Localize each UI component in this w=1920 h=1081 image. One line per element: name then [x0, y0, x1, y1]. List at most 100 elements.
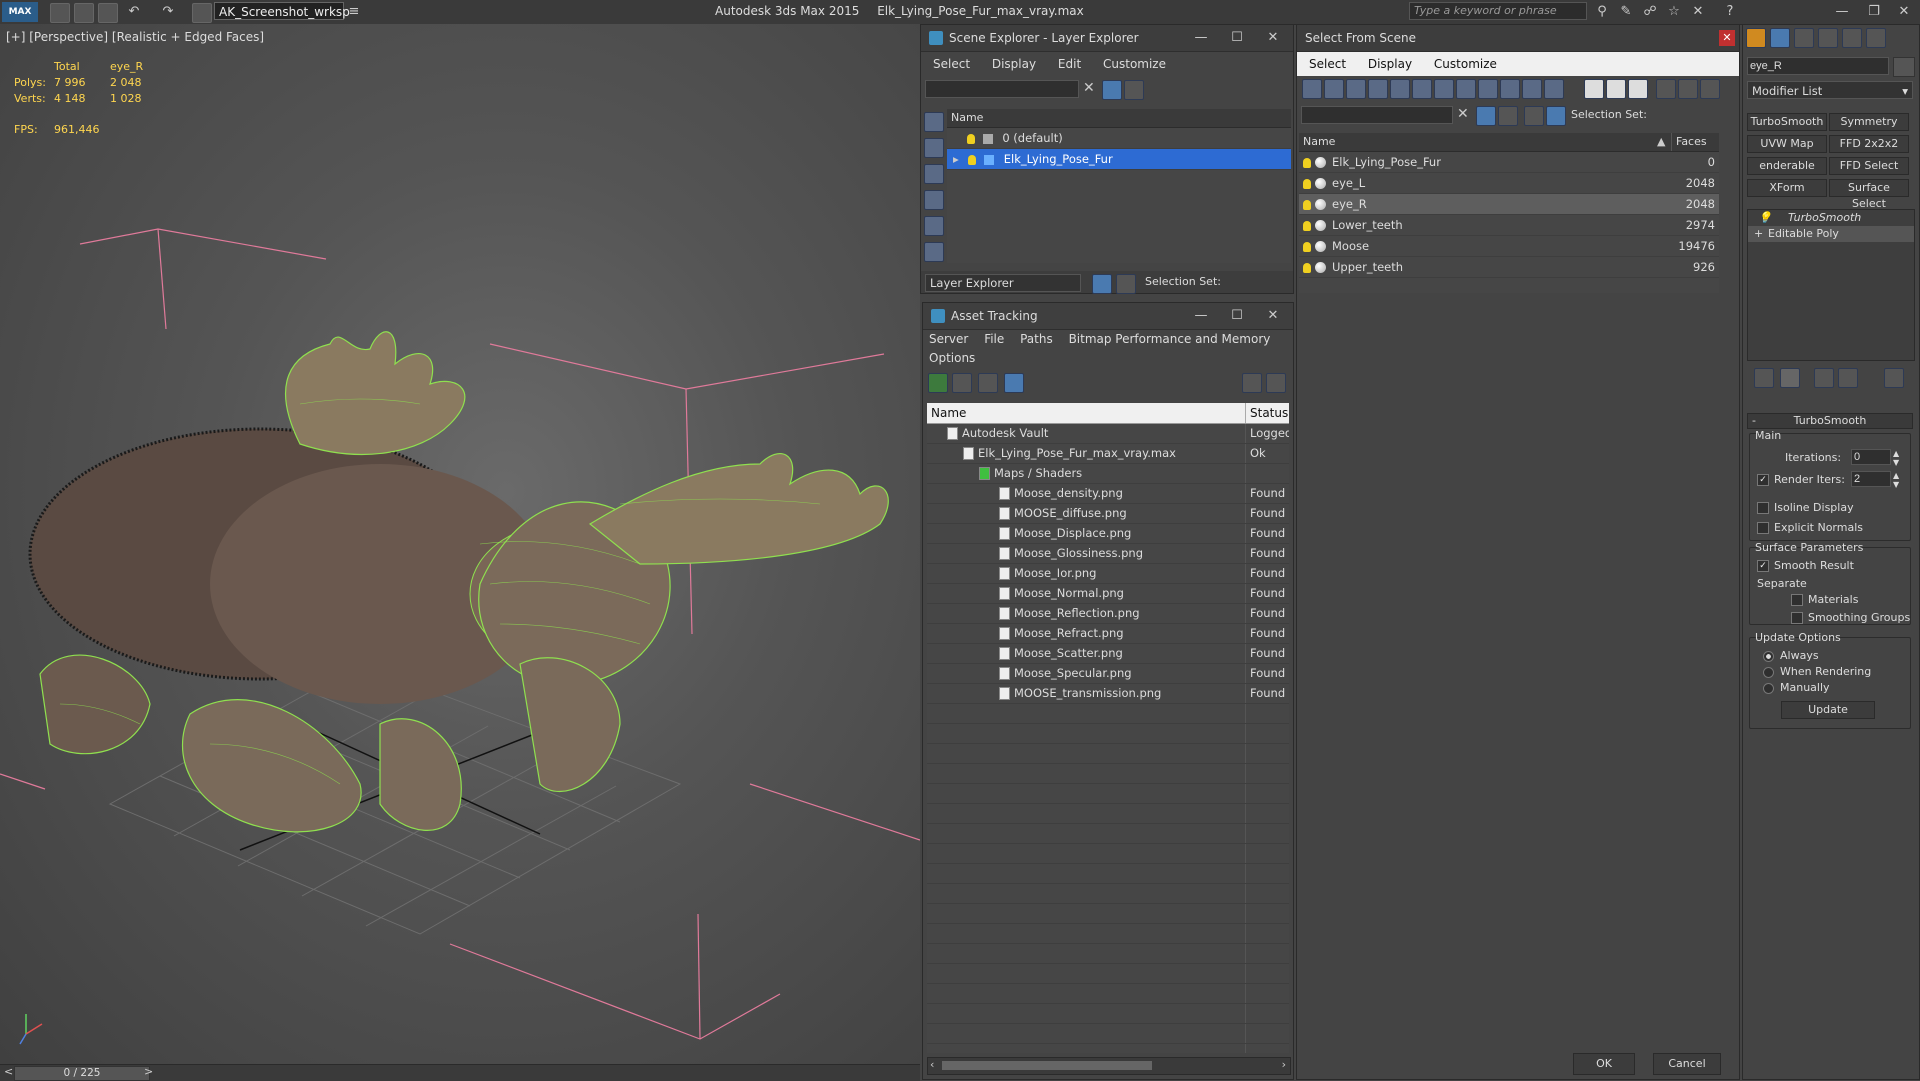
filter-icon[interactable]	[1476, 106, 1496, 126]
object-row[interactable]: eye_R 2048	[1299, 194, 1719, 215]
light-bulb-icon[interactable]	[968, 154, 977, 165]
tools-icon[interactable]: ✎	[1616, 2, 1636, 22]
asset-row[interactable]: Moose_Specular.png Found	[927, 664, 1289, 684]
light-bulb-icon[interactable]	[967, 133, 975, 144]
modifier-list-dropdown[interactable]: Modifier List ▾	[1747, 81, 1913, 99]
materials-checkbox[interactable]: Materials	[1791, 593, 1858, 606]
minimize-icon[interactable]: —	[1185, 303, 1217, 329]
minimize-window-icon[interactable]: —	[1832, 2, 1852, 22]
renderable-spline-button[interactable]: enderable Splir	[1747, 157, 1827, 175]
asset-row[interactable]: Moose_Scatter.png Found	[927, 644, 1289, 664]
when-rendering-radio[interactable]: When Rendering	[1763, 665, 1871, 678]
menu-bitmap-performance[interactable]: Bitmap Performance and Memory	[1069, 332, 1271, 346]
menu-options[interactable]: Options	[929, 351, 975, 365]
stack-item-editable-poly[interactable]: + Editable Poly	[1748, 226, 1914, 242]
asset-row[interactable]: Moose_Refract.png Found	[927, 624, 1289, 644]
configure-modifier-sets-icon[interactable]	[1884, 368, 1904, 388]
maximize-icon[interactable]: ☐	[1221, 303, 1253, 329]
display-hidden-icon[interactable]	[1544, 79, 1564, 99]
make-unique-icon[interactable]	[1814, 368, 1834, 388]
menu-customize[interactable]: Customize	[1103, 57, 1166, 71]
asset-row[interactable]: MOOSE_diffuse.png Found	[927, 504, 1289, 524]
star-icon[interactable]: ☆	[1664, 2, 1684, 22]
minimize-icon[interactable]: —	[1185, 25, 1217, 51]
layer-name-header[interactable]: Name	[947, 109, 1291, 128]
asset-row[interactable]: Maps / Shaders	[927, 464, 1289, 484]
asset-row[interactable]: Moose_Displace.png Found	[927, 524, 1289, 544]
menu-display[interactable]: Display	[992, 57, 1036, 71]
scene-explorer-search-input[interactable]	[925, 80, 1079, 98]
time-slider[interactable]: 0 / 225	[14, 1066, 150, 1081]
clear-search-icon[interactable]: ✕	[1083, 80, 1095, 96]
menu-edit[interactable]: Edit	[1058, 57, 1081, 71]
horizontal-scrollbar[interactable]: ‹ ›	[927, 1057, 1291, 1075]
light-bulb-icon[interactable]	[1303, 157, 1311, 168]
remove-modifier-icon[interactable]	[1838, 368, 1858, 388]
app-logo[interactable]: MAX	[2, 2, 38, 22]
asset-row[interactable]: MOOSE_transmission.png Found	[927, 684, 1289, 704]
display-lights-icon[interactable]	[1346, 79, 1366, 99]
manually-radio[interactable]: Manually	[1763, 681, 1830, 694]
isoline-display-checkbox[interactable]: Isoline Display	[1757, 501, 1854, 514]
explorer-mode-dropdown[interactable]: Layer Explorer	[925, 274, 1081, 292]
light-bulb-icon[interactable]: 💡	[1758, 210, 1772, 226]
render-iters-checkbox[interactable]: ✓ Render Iters:	[1757, 473, 1845, 486]
select-none-icon[interactable]	[1606, 79, 1626, 99]
help-icon[interactable]: ?	[1720, 2, 1740, 22]
display-cameras-icon[interactable]	[924, 216, 944, 236]
light-bulb-icon[interactable]	[1303, 220, 1311, 231]
expand-icon[interactable]: +	[1754, 226, 1763, 242]
smoothing-groups-checkbox[interactable]: Smoothing Groups	[1791, 611, 1910, 624]
layer-row-selected[interactable]: ▸ Elk_Lying_Pose_Fur	[947, 149, 1291, 170]
object-row[interactable]: Elk_Lying_Pose_Fur 0	[1299, 152, 1719, 173]
display-spacewarps-icon[interactable]	[1412, 79, 1432, 99]
object-row[interactable]: Moose 19476	[1299, 236, 1719, 257]
ffd-select-button[interactable]: FFD Select	[1829, 157, 1909, 175]
light-bulb-icon[interactable]	[1303, 199, 1311, 210]
asset-row[interactable]: Moose_Reflection.png Found	[927, 604, 1289, 624]
smooth-result-checkbox[interactable]: ✓ Smooth Result	[1757, 559, 1854, 572]
thumbnail-view-icon[interactable]	[978, 373, 998, 393]
column-status[interactable]: Status	[1245, 403, 1288, 423]
display-xrefs-icon[interactable]	[1456, 79, 1476, 99]
stack-item-turbosmooth[interactable]: 💡 TurboSmooth	[1748, 210, 1914, 226]
redo-icon[interactable]: ↷	[158, 2, 178, 22]
iterations-spinner[interactable]	[1851, 449, 1891, 465]
update-button[interactable]: Update	[1781, 701, 1875, 719]
layer-row[interactable]: 0 (default)	[947, 128, 1291, 149]
asset-row[interactable]: Moose_Glossiness.png Found	[927, 544, 1289, 564]
maximize-icon[interactable]: ☐	[1221, 25, 1253, 51]
display-none-icon[interactable]	[924, 112, 944, 132]
sort-icon[interactable]	[1678, 79, 1698, 99]
help-icon[interactable]	[1242, 373, 1262, 393]
select-all-icon[interactable]	[1584, 79, 1604, 99]
layer-options-icon[interactable]	[1124, 80, 1144, 100]
communication-icon[interactable]: ☍	[1640, 2, 1660, 22]
utilities-tab-icon[interactable]	[1866, 28, 1886, 48]
workspace-dropdown[interactable]: AK_Screenshot_wrksp	[214, 2, 350, 20]
scroll-thumb[interactable]	[942, 1061, 1152, 1070]
display-cameras-icon[interactable]	[1368, 79, 1388, 99]
spinner-arrows-icon[interactable]: ▲ ▼	[1893, 449, 1899, 467]
binoculars-icon[interactable]: ⚲	[1592, 2, 1612, 22]
select-invert-icon[interactable]	[1628, 79, 1648, 99]
open-file-icon[interactable]	[74, 3, 94, 23]
hierarchy-tab-icon[interactable]	[1794, 28, 1814, 48]
asset-row[interactable]: Moose_density.png Found	[927, 484, 1289, 504]
scroll-left-icon[interactable]: ‹	[930, 1058, 934, 1071]
prev-frame-icon[interactable]: <	[4, 1065, 13, 1078]
xform-button[interactable]: XForm	[1747, 179, 1827, 197]
settings-icon[interactable]	[1266, 373, 1286, 393]
close-icon[interactable]: ✕	[1719, 30, 1735, 46]
spinner-arrows-icon[interactable]: ▲ ▼	[1893, 471, 1899, 489]
cancel-button[interactable]: Cancel	[1653, 1053, 1721, 1075]
workspace-menu-icon[interactable]: ≡	[344, 2, 364, 22]
sort-ascending-icon[interactable]: ▲	[1657, 133, 1665, 151]
layers-toggle-icon[interactable]	[1498, 106, 1518, 126]
create-tab-icon[interactable]	[1746, 28, 1766, 48]
pin-stack-icon[interactable]	[1754, 368, 1774, 388]
surface-select-button[interactable]: Surface Select	[1829, 179, 1909, 210]
object-color-swatch[interactable]	[1893, 57, 1915, 77]
uvw-map-button[interactable]: UVW Map	[1747, 135, 1827, 153]
menu-customize[interactable]: Customize	[1434, 57, 1497, 71]
